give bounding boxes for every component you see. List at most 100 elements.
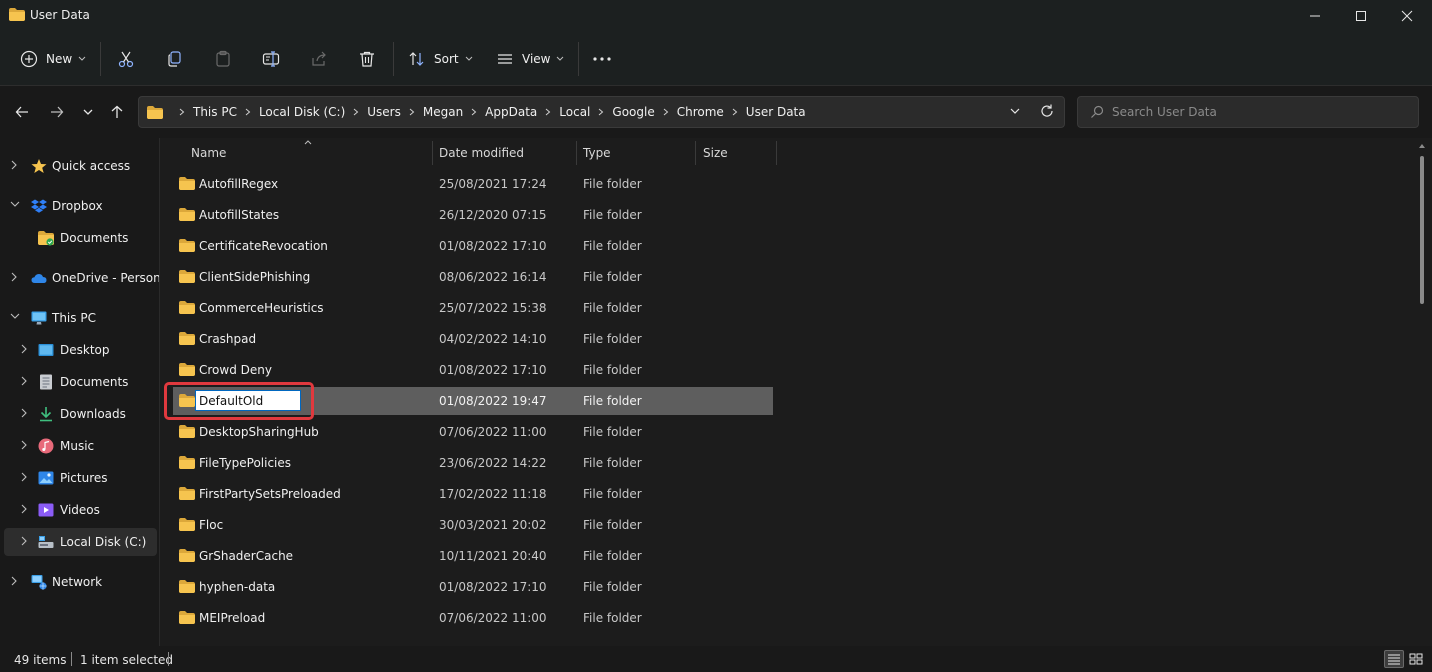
breadcrumb-item-local-disk[interactable]: Local Disk (C:) <box>259 105 345 119</box>
copy-button[interactable] <box>166 44 184 74</box>
maximize-button[interactable] <box>1338 0 1384 32</box>
table-row[interactable]: AutofillStates 26/12/2020 07:15 File fol… <box>173 201 773 229</box>
breadcrumb-item-local[interactable]: Local <box>559 105 590 119</box>
column-header-size[interactable]: Size <box>703 138 775 168</box>
sidebar-item-dropbox[interactable]: Dropbox <box>0 192 157 220</box>
sidebar-item-network[interactable]: Network <box>0 568 157 596</box>
table-row-selected[interactable]: 01/08/2022 19:47 File folder <box>173 387 773 415</box>
breadcrumb-item-appdata[interactable]: AppData <box>485 105 537 119</box>
new-button[interactable]: New <box>20 44 86 74</box>
column-divider[interactable] <box>695 141 696 165</box>
sidebar-item-local-disk[interactable]: Local Disk (C:) <box>4 528 157 556</box>
more-options-button[interactable] <box>592 44 612 74</box>
chevron-down-icon[interactable] <box>10 312 20 320</box>
details-view-button[interactable] <box>1384 650 1404 668</box>
chevron-right-icon[interactable] <box>598 108 604 116</box>
sidebar-item-desktop[interactable]: Desktop <box>0 336 157 364</box>
status-divider <box>71 652 72 666</box>
folder-icon <box>9 8 25 21</box>
column-divider[interactable] <box>432 141 433 165</box>
chevron-right-icon[interactable] <box>10 272 18 282</box>
column-divider[interactable] <box>576 141 577 165</box>
paste-button[interactable] <box>214 44 232 74</box>
refresh-icon[interactable] <box>1039 103 1055 119</box>
table-row[interactable]: DesktopSharingHub 07/06/2022 11:00 File … <box>173 418 773 446</box>
table-row[interactable]: MEIPreload 07/06/2022 11:00 File folder <box>173 604 773 632</box>
forward-button[interactable] <box>44 100 70 124</box>
table-row[interactable]: Floc 30/03/2021 20:02 File folder <box>173 511 773 539</box>
table-row[interactable]: FileTypePolicies 23/06/2022 14:22 File f… <box>173 449 773 477</box>
sidebar-item-pictures[interactable]: Pictures <box>0 464 157 492</box>
chevron-right-icon[interactable] <box>10 576 18 586</box>
minimize-button[interactable] <box>1292 0 1338 32</box>
sidebar-item-this-pc[interactable]: This PC <box>0 304 157 332</box>
chevron-right-icon[interactable] <box>409 108 415 116</box>
sidebar-item-documents[interactable]: Documents <box>0 368 157 396</box>
rename-button[interactable] <box>262 44 280 74</box>
table-row[interactable]: AutofillRegex 25/08/2021 17:24 File fold… <box>173 170 773 198</box>
recent-locations-button[interactable] <box>75 100 101 124</box>
column-header-date[interactable]: Date modified <box>439 138 577 168</box>
chevron-right-icon[interactable] <box>663 108 669 116</box>
breadcrumb-item-google[interactable]: Google <box>612 105 654 119</box>
breadcrumb-item-user-data[interactable]: User Data <box>746 105 806 119</box>
breadcrumb-item-chrome[interactable]: Chrome <box>677 105 724 119</box>
chevron-right-icon[interactable] <box>20 536 28 546</box>
table-row[interactable]: GrShaderCache 10/11/2021 20:40 File fold… <box>173 542 773 570</box>
chevron-right-icon[interactable] <box>20 344 28 354</box>
delete-button[interactable] <box>358 44 376 74</box>
breadcrumb-item-megan[interactable]: Megan <box>423 105 463 119</box>
share-button[interactable] <box>310 44 328 74</box>
chevron-down-icon[interactable] <box>1009 104 1021 118</box>
folder-icon <box>179 611 195 624</box>
chevron-right-icon[interactable] <box>10 160 18 170</box>
chevron-right-icon[interactable] <box>732 108 738 116</box>
close-button[interactable] <box>1384 0 1430 32</box>
scroll-up-icon[interactable] <box>1417 142 1427 150</box>
documents-icon <box>40 374 52 390</box>
sidebar-item-videos[interactable]: Videos <box>0 496 157 524</box>
sidebar-item-downloads[interactable]: Downloads <box>0 400 157 428</box>
table-row[interactable]: CommerceHeuristics 25/07/2022 15:38 File… <box>173 294 773 322</box>
rename-input[interactable] <box>195 390 301 411</box>
sidebar-item-onedrive[interactable]: OneDrive - Personal <box>0 264 159 292</box>
chevron-right-icon[interactable] <box>20 472 28 482</box>
chevron-right-icon[interactable] <box>20 408 28 418</box>
up-button[interactable] <box>104 100 130 124</box>
chevron-right-icon[interactable] <box>545 108 551 116</box>
chevron-right-icon[interactable] <box>20 504 28 514</box>
sidebar-item-music[interactable]: Music <box>0 432 157 460</box>
address-bar[interactable]: This PC Local Disk (C:) Users Megan AppD… <box>138 96 1065 128</box>
cut-button[interactable] <box>117 44 135 74</box>
table-row[interactable]: CertificateRevocation 01/08/2022 17:10 F… <box>173 232 773 260</box>
view-button[interactable]: View <box>496 44 564 74</box>
table-row[interactable]: ClientSidePhishing 08/06/2022 16:14 File… <box>173 263 773 291</box>
chevron-down-icon[interactable] <box>10 200 20 208</box>
sort-button[interactable]: Sort <box>408 44 473 74</box>
chevron-right-icon[interactable] <box>471 108 477 116</box>
search-input[interactable] <box>1112 103 1402 121</box>
chevron-right-icon[interactable] <box>20 440 28 450</box>
vertical-scrollbar[interactable] <box>1420 156 1424 304</box>
sidebar-item-quick-access[interactable]: Quick access <box>0 152 157 180</box>
chevron-right-icon[interactable] <box>353 108 359 116</box>
close-icon <box>1401 10 1413 22</box>
breadcrumb-item-users[interactable]: Users <box>367 105 401 119</box>
column-header-type[interactable]: Type <box>583 138 695 168</box>
table-row[interactable]: hyphen-data 01/08/2022 17:10 File folder <box>173 573 773 601</box>
table-row[interactable]: Crowd Deny 01/08/2022 17:10 File folder <box>173 356 773 384</box>
column-divider[interactable] <box>776 141 777 165</box>
file-name: FirstPartySetsPreloaded <box>199 487 341 501</box>
search-box[interactable] <box>1077 96 1419 128</box>
chevron-right-icon[interactable] <box>20 376 28 386</box>
sidebar-item-dropbox-documents[interactable]: Documents <box>0 224 157 252</box>
column-header-label: Size <box>703 146 728 160</box>
table-row[interactable]: Crashpad 04/02/2022 14:10 File folder <box>173 325 773 353</box>
back-button[interactable] <box>9 100 35 124</box>
column-header-name[interactable]: Name <box>191 138 431 168</box>
thumbnails-view-button[interactable] <box>1406 650 1426 668</box>
breadcrumb-item-this-pc[interactable]: This PC <box>193 105 237 119</box>
file-name: hyphen-data <box>199 580 276 594</box>
table-row[interactable]: FirstPartySetsPreloaded 17/02/2022 11:18… <box>173 480 773 508</box>
chevron-right-icon[interactable] <box>245 108 251 116</box>
